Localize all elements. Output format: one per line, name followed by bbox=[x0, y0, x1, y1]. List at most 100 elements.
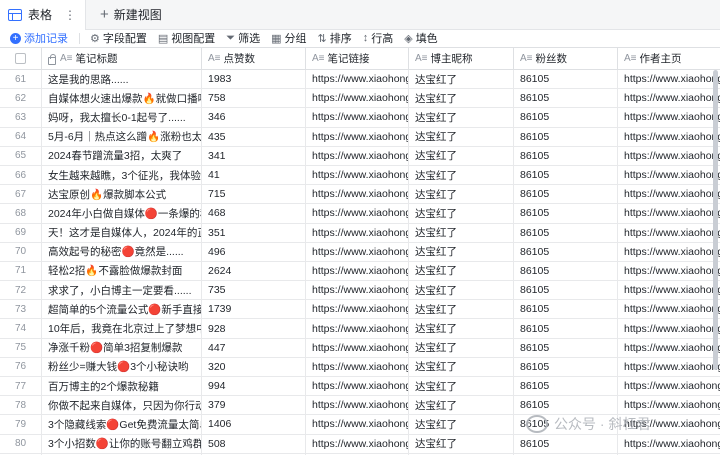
cell-homepage[interactable]: https://www.xiaohongs... bbox=[618, 319, 720, 337]
table-row[interactable]: 64 5月-6月｜热点这么蹭🔥涨粉也太快了 435 https://www.xiaoh… bbox=[0, 127, 720, 147]
table-row[interactable]: 78 你做不起来自媒体，只因为你行动力太... 379 https://www.xia… bbox=[0, 396, 720, 416]
row-number[interactable]: 67 bbox=[0, 185, 42, 204]
row-number[interactable]: 76 bbox=[0, 357, 42, 376]
cell-blogger[interactable]: 达宝红了 bbox=[409, 223, 514, 242]
cell-blogger[interactable]: 达宝红了 bbox=[409, 146, 514, 165]
cell-title[interactable]: 轻松2招🔥不露脸做爆款封面 bbox=[42, 261, 202, 281]
cell-likes[interactable]: 341 bbox=[202, 146, 306, 165]
cell-likes[interactable]: 435 bbox=[202, 127, 306, 146]
cell-title[interactable]: 净涨千粉🔴简单3招复制爆款 bbox=[42, 338, 202, 357]
cell-link[interactable]: https://www.xiaohongs... bbox=[306, 434, 409, 453]
table-row[interactable]: 77 百万博主的2个爆款秘籍 994 https://www.xiaohongs...… bbox=[0, 377, 720, 397]
cell-fans[interactable]: 86105 bbox=[514, 223, 618, 242]
row-number[interactable]: 69 bbox=[0, 223, 42, 242]
row-number[interactable]: 79 bbox=[0, 415, 42, 434]
cell-likes[interactable]: 320 bbox=[202, 357, 306, 376]
new-view-button[interactable]: + 新建视图 bbox=[100, 6, 162, 23]
table-row[interactable]: 61 这是我的思路...... 1983 https://www.xiaohongs.… bbox=[0, 70, 720, 90]
table-row[interactable]: 72 求求了，小白博主一定要看...... 735 https://www.xiaoh… bbox=[0, 281, 720, 301]
cell-homepage[interactable]: https://www.xiaohongs... bbox=[618, 89, 720, 107]
cell-likes[interactable]: 508 bbox=[202, 434, 306, 453]
cell-blogger[interactable]: 达宝红了 bbox=[409, 261, 514, 281]
table-row[interactable]: 67 达宝原创🔥爆款脚本公式 715 https://www.xiaohongs...… bbox=[0, 185, 720, 205]
cell-link[interactable]: https://www.xiaohongs... bbox=[306, 204, 409, 223]
cell-fans[interactable]: 86105 bbox=[514, 127, 618, 146]
cell-title[interactable]: 自媒体想火速出爆款🔥就做口播吧 bbox=[42, 89, 202, 108]
group-button[interactable]: ▦ 分组 bbox=[271, 30, 306, 46]
cell-link[interactable]: https://www.xiaohongs... bbox=[306, 146, 409, 165]
cell-homepage[interactable]: https://www.xiaohongs... bbox=[618, 377, 720, 395]
cell-fans[interactable]: 86105 bbox=[514, 165, 618, 185]
cell-blogger[interactable]: 达宝红了 bbox=[409, 415, 514, 434]
select-all-checkbox[interactable] bbox=[15, 53, 26, 64]
cell-blogger[interactable]: 达宝红了 bbox=[409, 108, 514, 127]
cell-link[interactable]: https://www.xiaohongs... bbox=[306, 300, 409, 319]
cell-title[interactable]: 超简单的5个流量公式🔴新手直接套！ bbox=[42, 300, 202, 319]
cell-fans[interactable]: 86105 bbox=[514, 357, 618, 376]
table-row[interactable]: 80 3个小招数🔴让你的账号翻立鸡群... 508 https://www.xiaoh… bbox=[0, 434, 720, 454]
table-row[interactable]: 76 粉丝少=赚大钱🔴3个小秘诀哟 320 https://www.xiaohongs… bbox=[0, 357, 720, 377]
cell-fans[interactable]: 86105 bbox=[514, 261, 618, 281]
cell-blogger[interactable]: 达宝红了 bbox=[409, 70, 514, 89]
column-header-fans[interactable]: A≡ 粉丝数 bbox=[514, 48, 618, 69]
cell-blogger[interactable]: 达宝红了 bbox=[409, 434, 514, 453]
row-number[interactable]: 77 bbox=[0, 377, 42, 396]
row-height-button[interactable]: ↕ 行高 bbox=[363, 30, 394, 46]
cell-title[interactable]: 10年后，我竟在北京过上了梦想中的生... bbox=[42, 319, 202, 338]
table-row[interactable]: 66 女生越来越瞧，3个征兆，我体验到了 41 https://www.xiaohon… bbox=[0, 165, 720, 186]
filter-button[interactable]: ⏷ 筛选 bbox=[226, 30, 260, 46]
cell-fans[interactable]: 86105 bbox=[514, 281, 618, 300]
cell-link[interactable]: https://www.xiaohongs... bbox=[306, 319, 409, 338]
cell-homepage[interactable]: https://www.xiaohongs... bbox=[618, 300, 720, 318]
cell-link[interactable]: https://www.xiaohongs... bbox=[306, 185, 409, 204]
cell-title[interactable]: 高效起号的秘密🔴竟然是...... bbox=[42, 242, 202, 261]
cell-homepage[interactable]: https://www.xiaohongs... bbox=[618, 224, 720, 242]
row-number[interactable]: 62 bbox=[0, 89, 42, 108]
cell-title[interactable]: 2024年小白做自媒体🔴一条爆的秘诀 bbox=[42, 204, 202, 223]
cell-link[interactable]: https://www.xiaohongs... bbox=[306, 223, 409, 242]
table-row[interactable]: 75 净涨千粉🔴简单3招复制爆款 447 https://www.xiaohongs.… bbox=[0, 338, 720, 358]
cell-link[interactable]: https://www.xiaohongs... bbox=[306, 415, 409, 434]
cell-blogger[interactable]: 达宝红了 bbox=[409, 396, 514, 415]
cell-fans[interactable]: 86105 bbox=[514, 146, 618, 165]
cell-homepage[interactable]: https://www.xiaohongs... bbox=[618, 166, 720, 184]
row-number[interactable]: 75 bbox=[0, 338, 42, 357]
cell-likes[interactable]: 41 bbox=[202, 165, 306, 185]
cell-likes[interactable]: 346 bbox=[202, 108, 306, 127]
cell-title[interactable]: 达宝原创🔥爆款脚本公式 bbox=[42, 185, 202, 204]
cell-fans[interactable]: 86105 bbox=[514, 108, 618, 127]
cell-fans[interactable]: 86105 bbox=[514, 377, 618, 396]
cell-blogger[interactable]: 达宝红了 bbox=[409, 127, 514, 146]
cell-likes[interactable]: 468 bbox=[202, 204, 306, 223]
cell-blogger[interactable]: 达宝红了 bbox=[409, 300, 514, 319]
cell-homepage[interactable]: https://www.xiaohongs... bbox=[618, 262, 720, 280]
row-number[interactable]: 80 bbox=[0, 434, 42, 453]
tab-table-view[interactable]: 表格 ⋮ bbox=[0, 0, 87, 30]
table-row[interactable]: 62 自媒体想火速出爆款🔥就做口播吧 758 https://www.xiaohong… bbox=[0, 89, 720, 109]
cell-blogger[interactable]: 达宝红了 bbox=[409, 357, 514, 376]
cell-link[interactable]: https://www.xiaohongs... bbox=[306, 261, 409, 281]
add-record-button[interactable]: + 添加记录 bbox=[10, 30, 68, 46]
table-row[interactable]: 71 轻松2招🔥不露脸做爆款封面 2624 https://www.xiaohongs… bbox=[0, 261, 720, 282]
cell-likes[interactable]: 351 bbox=[202, 223, 306, 242]
cell-fans[interactable]: 86105 bbox=[514, 300, 618, 319]
cell-title[interactable]: 你做不起来自媒体，只因为你行动力太... bbox=[42, 396, 202, 415]
cell-fans[interactable]: 86105 bbox=[514, 89, 618, 108]
tab-more-icon[interactable]: ⋮ bbox=[64, 8, 76, 22]
cell-homepage[interactable]: https://www.xiaohongs... bbox=[618, 185, 720, 203]
row-number[interactable]: 64 bbox=[0, 127, 42, 146]
cell-link[interactable]: https://www.xiaohongs... bbox=[306, 70, 409, 89]
view-config-button[interactable]: ▤ 视图配置 bbox=[158, 30, 215, 46]
cell-homepage[interactable]: https://www.xiaohongs... bbox=[618, 147, 720, 165]
cell-blogger[interactable]: 达宝红了 bbox=[409, 338, 514, 357]
column-header-homepage[interactable]: A≡ 作者主页 bbox=[618, 48, 720, 69]
cell-blogger[interactable]: 达宝红了 bbox=[409, 204, 514, 223]
cell-link[interactable]: https://www.xiaohongs... bbox=[306, 108, 409, 127]
row-number[interactable]: 61 bbox=[0, 70, 42, 89]
row-number[interactable]: 63 bbox=[0, 108, 42, 127]
cell-link[interactable]: https://www.xiaohongs... bbox=[306, 242, 409, 261]
row-number[interactable]: 74 bbox=[0, 319, 42, 338]
cell-homepage[interactable]: https://www.xiaohongs... bbox=[618, 281, 720, 299]
sort-button[interactable]: ⇅ 排序 bbox=[318, 30, 352, 46]
cell-likes[interactable]: 994 bbox=[202, 377, 306, 396]
